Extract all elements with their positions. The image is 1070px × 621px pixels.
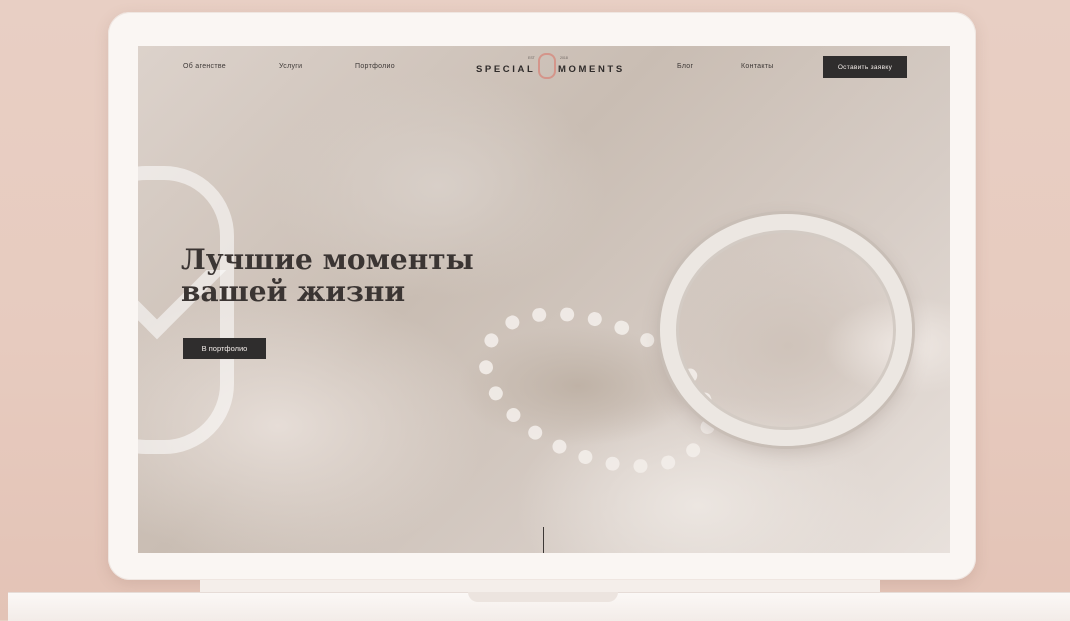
logo-year-label: 2018	[560, 56, 568, 60]
logo-word-moments: MOMENTS	[558, 64, 625, 75]
hero-title-line-1: Лучшие моменты	[181, 243, 474, 276]
top-navigation: Об агенстве Услуги Портфолио SPECIAL EST…	[138, 46, 950, 90]
wedding-band-image	[660, 214, 912, 446]
nav-item-services[interactable]: Услуги	[279, 63, 302, 70]
hero-title: Лучшие моменты вашей жизни	[181, 244, 474, 308]
logo-mark-icon	[538, 53, 556, 79]
nav-item-blog[interactable]: Блог	[677, 63, 693, 70]
nav-item-portfolio[interactable]: Портфолио	[355, 63, 395, 70]
hero-title-line-2: вашей жизни	[181, 275, 406, 308]
site-logo[interactable]: SPECIAL EST 2018 MOMENTS	[476, 53, 626, 79]
request-button[interactable]: Оставить заявку	[823, 56, 907, 78]
portfolio-button[interactable]: В портфолио	[183, 338, 266, 359]
logo-est-label: EST	[528, 56, 535, 60]
website-screen: Об агенстве Услуги Портфолио SPECIAL EST…	[138, 46, 950, 553]
scroll-indicator[interactable]	[543, 527, 544, 553]
logo-word-special: SPECIAL	[476, 64, 536, 75]
nav-item-about[interactable]: Об агенстве	[183, 63, 226, 70]
laptop-notch	[468, 592, 618, 602]
nav-item-contacts[interactable]: Контакты	[741, 63, 774, 70]
